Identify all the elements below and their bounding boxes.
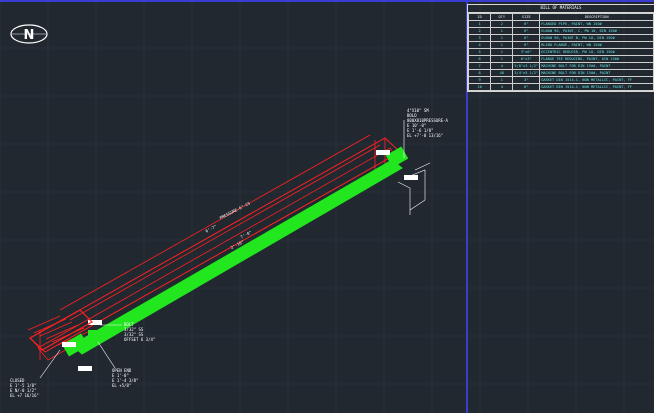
bom-header-size: SIZE [512,13,541,21]
bom-cell-size: 3" [512,76,541,84]
left-callout-text: CLOSED E 1'-5 1/8" E N/-0 1/2" EL +7 16/… [10,378,39,398]
bom-cell-id: 2 [467,27,492,35]
bom-header-row: ID QTY SIZE DESCRIPTION [467,13,654,21]
tag-box [78,366,92,371]
bom-cell-desc: FLANGE TEE REDUCING, PAINT, DIN 150# [539,55,654,63]
bom-row: 2 1 6" ELBOW 90, PAINT, C, PW 10, DIN 150# [467,27,654,35]
bom-cell-id: 9 [467,76,492,84]
dimension-line [69,144,381,321]
bom-cell-qty: 4 [490,83,514,91]
bom-row: 8 48 3/4"x5 1/2" MACHINE BOLT FOR DIN 150#,… [467,69,654,77]
bom-cell-qty: 1 [490,34,514,42]
bom-cell-size: 3/4"x5 1/2" [512,69,541,77]
bom-cell-id: 8 [467,69,492,77]
tag-box [62,342,76,347]
bottom-callout-text: OPEN END E 1'-0" E 1'-4 3/8" EL +5/8" [112,368,139,388]
bom-header-qty: QTY [490,13,514,21]
bom-cell-desc: ELBOW 90, PAINT, C, PW 10, DIN 150# [539,27,654,35]
bom-row: 4 1 6" BLIND FLANGE, PAINT, WN 150# [467,41,654,49]
bom-cell-desc: FLANGED PIPE, PAINT, WN 150# [539,20,654,28]
dimension-hatch [27,315,61,331]
bom-cell-qty: 1 [490,76,514,84]
bom-cell-size: 6"x3" [512,55,541,63]
north-arrow-icon: N [10,24,48,44]
bom-header-id: ID [467,13,492,21]
bom-row: 6 1 6"x3" FLANGE TEE REDUCING, PAINT, DIN 1… [467,55,654,63]
bom-header-description: DESCRIPTION [539,13,654,21]
tag-box [376,150,390,155]
bom-title: BILL OF MATERIALS [468,5,654,13]
bom-cell-qty: 2 [490,20,514,28]
bom-cell-desc: MACHINE BOLT FOR DIN 150#, PAINT [539,69,654,77]
bom-row: 1 2 6" FLANGED PIPE, PAINT, WN 150# [467,20,654,28]
bom-cell-desc: GASKET DIN 1514-1, NON METALLIC, PAINT, … [539,83,654,91]
cad-viewport[interactable]: N BILL OF MATERIALS ID QTY SIZE DESCRIPT… [0,0,654,413]
bom-cell-qty: 1 [490,48,514,56]
support-outline [414,162,431,171]
bom-cell-size: 3"x6" [512,48,541,56]
bom-cell-id: 6 [467,55,492,63]
bom-cell-size: 6" [512,27,541,35]
pipe-tee [88,330,98,340]
bom-row: 3 1 6" ELBOW 90, PAINT B, PW 10, DIN 150# [467,34,654,42]
support-outline [397,181,411,215]
bom-cell-id: 1 [467,20,492,28]
bom-cell-size: 6" [512,34,541,42]
bom-cell-id: 3 [467,34,492,42]
bom-cell-size: 6" [512,41,541,49]
bom-cell-id: 7 [467,62,492,70]
viewport-frame-top [0,0,654,2]
bom-cell-qty: 1 [490,55,514,63]
bom-cell-qty: 4 [490,62,514,70]
bom-cell-desc: GASKET DIN 1514-1, NON METALLIC, PAINT, … [539,76,654,84]
top-callout-text: 4"X10" SM BOLD 800X810PRESSURE-A E 10'-0… [407,108,448,138]
north-letter: N [24,28,35,43]
bom-cell-size: 6" [512,83,541,91]
isometric-drawing [27,120,431,379]
bom-cell-desc: MACHINE BOLT FOR DIN 150#, PAINT [539,62,654,70]
bom-row: 7 4 5/8"x3 1/2" MACHINE BOLT FOR DIN 150#, … [467,62,654,70]
bom-cell-desc: ECCENTRIC REDUCER, PW 10, DIN 150# [539,48,654,56]
bom-row: 9 1 3" GASKET DIN 1514-1, NON METALLIC, PAI… [467,76,654,84]
bom-cell-qty: 48 [490,69,514,77]
bom-cell-desc: ELBOW 90, PAINT B, PW 10, DIN 150# [539,34,654,42]
bom-cell-size: 5/8"x3 1/2" [512,62,541,70]
bom-cell-size: 6" [512,20,541,28]
bom-row: 5 1 3"x6" ECCENTRIC REDUCER, PW 10, DIN 150… [467,48,654,56]
bom-cell-qty: 1 [490,41,514,49]
leader-line [97,341,116,369]
bom-row: 10 4 6" GASKET DIN 1514-1, NON METALLIC, PA… [467,83,654,91]
bom-cell-id: 5 [467,48,492,56]
mid-callout-text: BOLT 3/32" SS 3/32" SS OFFSET 6 3/4" [124,322,156,342]
bom-cell-qty: 1 [490,27,514,35]
bom-cell-id: 10 [467,83,492,91]
bom-cell-desc: BLIND FLANGE, PAINT, WN 150# [539,41,654,49]
dimension-frame [29,137,401,353]
bom-cell-id: 4 [467,41,492,49]
bill-of-materials-table: BILL OF MATERIALS ID QTY SIZE DESCRIPTIO… [467,4,654,92]
